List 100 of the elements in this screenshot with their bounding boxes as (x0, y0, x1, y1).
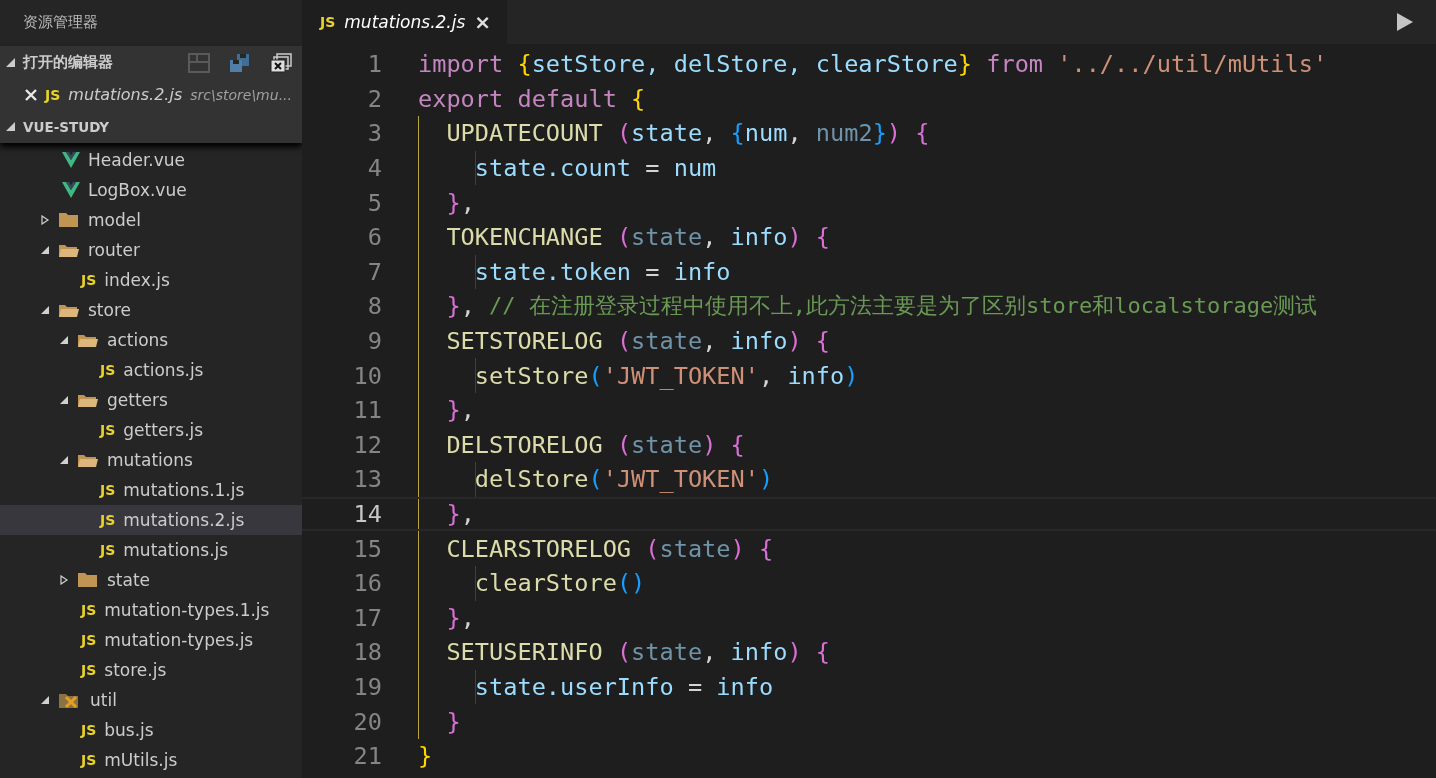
line-number: 8 (366, 292, 382, 321)
code-line: CLEARSTORELOG (state) { (418, 531, 774, 566)
js-file-icon: JS (81, 722, 97, 738)
save-all-icon[interactable] (229, 52, 251, 73)
tree-item[interactable]: LogBox.vue (0, 175, 302, 205)
tree-item[interactable]: JS actions.js (0, 355, 302, 385)
twistie-icon[interactable] (6, 58, 15, 67)
vue-file-icon (62, 182, 80, 198)
run-icon[interactable] (1396, 12, 1414, 32)
project-header[interactable]: VUE-STUDY (0, 110, 302, 143)
close-icon[interactable] (25, 88, 37, 101)
line-number: 9 (366, 327, 382, 356)
line-number: 5 (366, 188, 382, 217)
tree-item[interactable]: actions (0, 325, 302, 355)
twistie-icon[interactable] (59, 335, 69, 345)
tree-item[interactable]: JS getters.js (0, 415, 302, 445)
twistie-icon[interactable] (59, 395, 69, 405)
code-line: DELSTORELOG (state) { (418, 427, 745, 463)
tree-item[interactable]: util (0, 685, 302, 715)
editor-tab[interactable]: JS mutations.2.js × (302, 0, 508, 44)
open-folder-icon (77, 452, 99, 468)
twistie-icon[interactable] (59, 455, 69, 465)
sidebar-title: 资源管理器 (22, 12, 99, 33)
js-file-icon: JS (100, 422, 116, 438)
twistie-icon[interactable] (40, 305, 50, 315)
tree-item[interactable]: model (0, 205, 302, 235)
code-line: }, (418, 392, 475, 428)
twistie-icon[interactable] (40, 695, 50, 705)
close-all-icon[interactable] (270, 52, 292, 73)
line-number: 2 (366, 84, 382, 113)
tree-item[interactable]: Header.vue (0, 145, 302, 175)
tree-item[interactable]: JS index.js (0, 265, 302, 295)
code-line: }, // 在注册登录过程中使用不上,此方法主要是为了区别store和localstorage测试 (418, 289, 1318, 324)
code-line: }, (418, 185, 475, 220)
tree-item[interactable]: JS mutation-types.1.js (0, 595, 302, 625)
line-number: 4 (366, 154, 382, 183)
twistie-icon[interactable] (40, 215, 50, 225)
line-number: 3 (366, 119, 382, 148)
open-folder-icon (58, 242, 80, 258)
open-folder-icon (58, 302, 80, 318)
open-editors-header[interactable]: 打开的编辑器 (0, 46, 302, 79)
code-line: state.token = info (418, 254, 731, 290)
js-file-icon: JS (100, 362, 116, 378)
twistie-icon[interactable] (6, 122, 15, 131)
vue-file-icon (62, 152, 80, 168)
code-line: state.userInfo = info (418, 669, 774, 705)
line-number: 1 (366, 50, 382, 79)
line-number: 16 (352, 569, 382, 598)
code-line: SETUSERINFO (state, info) { (418, 635, 830, 670)
js-file-icon: JS (81, 602, 97, 618)
code-line: } (418, 741, 433, 773)
js-file-icon: JS (100, 512, 116, 528)
line-number: 19 (352, 673, 382, 701)
code-line: setStore('JWT_TOKEN', info) (418, 358, 859, 393)
tree-item[interactable]: JS mutations.js (0, 535, 302, 565)
line-number: 11 (352, 396, 382, 425)
js-file-icon: JS (81, 662, 97, 678)
tree-item[interactable]: store (0, 295, 302, 325)
code-line: } (418, 704, 461, 739)
line-number: 13 (352, 465, 382, 494)
code-line: export default { (418, 83, 646, 115)
tree-item[interactable]: getters (0, 385, 302, 415)
tree-item[interactable]: JS bus.js (0, 715, 302, 745)
open-folder-icon (77, 332, 99, 348)
folder-icon (77, 572, 99, 588)
code-line: import {setStore, delStore, clearStore} from '../../util/mUtils' (418, 49, 1328, 81)
line-number: 15 (352, 534, 382, 563)
open-folder-icon (77, 392, 99, 408)
tree-item[interactable]: JS mUtils.js (0, 745, 302, 775)
line-number: 14 (352, 500, 382, 528)
js-file-icon: JS (100, 482, 116, 498)
code-line: }, (418, 498, 475, 530)
js-file-icon: JS (81, 632, 97, 648)
code-line: clearStore() (418, 565, 646, 601)
tree-item[interactable]: JS mutations.1.js (0, 475, 302, 505)
tree-item[interactable]: state (0, 565, 302, 595)
tree-item[interactable]: router (0, 235, 302, 265)
code-line: SETSTORELOG (state, info) { (418, 323, 830, 359)
twistie-icon[interactable] (59, 575, 69, 585)
tree-item[interactable]: JS store.js (0, 655, 302, 685)
close-button[interactable]: × (474, 10, 492, 34)
code-line: delStore('JWT_TOKEN') (418, 462, 774, 497)
line-number: 10 (352, 361, 382, 390)
js-file-icon: JS (320, 14, 336, 30)
twistie-icon[interactable] (40, 245, 50, 255)
code-line: UPDATECOUNT (state, {num, num2}) { (418, 116, 930, 151)
open-editor-item[interactable]: JS mutations.2.js src\store\mu... (0, 79, 302, 110)
tree-item[interactable]: JS mutations.2.js (0, 505, 302, 535)
folder-icon (58, 212, 80, 228)
tree-item[interactable]: JS mutation-types.js (0, 625, 302, 655)
js-file-icon: JS (100, 542, 116, 558)
line-number: 18 (352, 638, 382, 667)
line-number: 20 (352, 707, 382, 736)
line-number: 7 (366, 257, 382, 286)
code-line: }, (418, 600, 475, 636)
line-number: 17 (352, 603, 382, 632)
line-number: 12 (352, 430, 382, 459)
code-line: state.count = num (418, 150, 717, 186)
tree-item[interactable]: mutations (0, 445, 302, 475)
js-file-icon: JS (81, 752, 97, 768)
